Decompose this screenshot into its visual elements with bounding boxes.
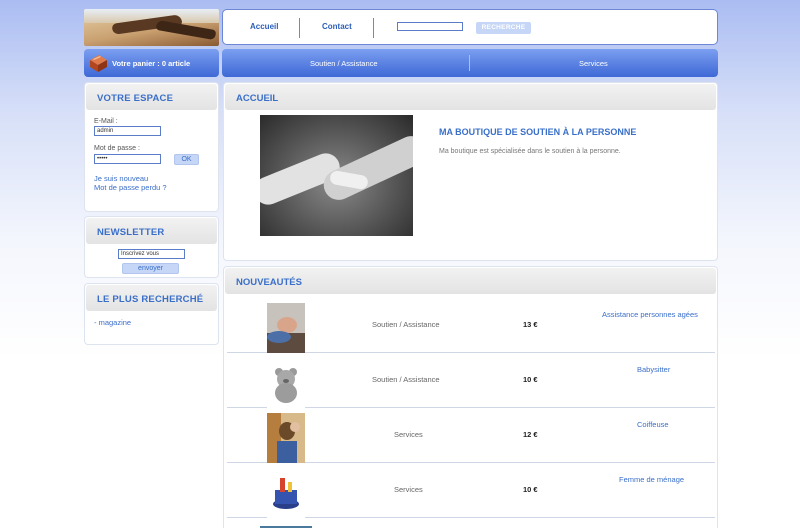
elderly-care-photo[interactable] xyxy=(267,303,305,353)
account-box-title: VOTRE ESPACE xyxy=(86,84,217,110)
new-user-link[interactable]: Je suis nouveau xyxy=(94,174,148,183)
hairdresser-photo[interactable] xyxy=(267,413,305,463)
product-row: Services 10 € Femme de ménage xyxy=(227,463,715,518)
product-category: Soutien / Assistance xyxy=(372,375,440,384)
newsletter-box: NEWSLETTER Inscrivez vous envoyer xyxy=(84,216,219,278)
newsletter-title: NEWSLETTER xyxy=(86,218,217,244)
product-category: Services xyxy=(394,485,423,494)
product-category: Soutien / Assistance xyxy=(372,320,440,329)
product-row: Soutien / Assistance 13 € Assistance per… xyxy=(227,298,715,353)
login-ok-button[interactable]: OK xyxy=(174,154,199,165)
cart-summary: Votre panier : 0 article xyxy=(112,59,191,68)
cleaning-supplies-photo[interactable] xyxy=(267,468,305,518)
news-panel: NOUVEAUTÉS Soutien / Assistance 13 € Ass… xyxy=(223,266,718,528)
home-title: ACCUEIL xyxy=(225,84,716,110)
product-row: Services 12 € Coiffeuse xyxy=(227,408,715,463)
popular-box: LE PLUS RECHERCHÉ - magazine xyxy=(84,283,219,345)
nav-divider xyxy=(299,18,300,38)
product-price: 13 € xyxy=(523,320,538,329)
category-bar: Soutien / Assistance Services xyxy=(222,49,718,77)
cart-box-icon xyxy=(90,55,107,72)
forgot-password-link[interactable]: Mot de passe perdu ? xyxy=(94,183,167,192)
product-price: 10 € xyxy=(523,485,538,494)
email-label: E-Mail : xyxy=(94,118,118,125)
product-price: 12 € xyxy=(523,430,538,439)
nav-contact-link[interactable]: Contact xyxy=(322,22,352,31)
product-name-link[interactable]: Femme de ménage xyxy=(619,475,684,484)
category-divider xyxy=(469,55,470,71)
popular-title: LE PLUS RECHERCHÉ xyxy=(86,285,217,311)
product-price: 10 € xyxy=(523,375,538,384)
email-field[interactable]: admin xyxy=(94,126,161,136)
search-button[interactable]: RECHERCHE xyxy=(476,22,531,34)
newsletter-email-input[interactable]: Inscrivez vous xyxy=(118,249,185,259)
product-category: Services xyxy=(394,430,423,439)
search-input[interactable] xyxy=(397,22,463,31)
top-navigation: Accueil Contact RECHERCHE xyxy=(222,9,718,45)
product-name-link[interactable]: Coiffeuse xyxy=(637,420,669,429)
password-label: Mot de passe : xyxy=(94,145,140,152)
hands-photo xyxy=(260,115,413,236)
home-panel: ACCUEIL MA BOUTIQUE DE SOUTIEN À LA PERS… xyxy=(223,82,718,261)
welcome-heading: MA BOUTIQUE DE SOUTIEN À LA PERSONNE xyxy=(439,127,637,137)
newsletter-submit-button[interactable]: envoyer xyxy=(122,263,179,274)
category-soutien-assistance[interactable]: Soutien / Assistance xyxy=(310,59,378,68)
password-field[interactable]: ••••• xyxy=(94,154,161,164)
category-services[interactable]: Services xyxy=(579,59,608,68)
popular-item-magazine[interactable]: - magazine xyxy=(94,318,131,327)
cart-bar[interactable]: Votre panier : 0 article xyxy=(84,49,219,77)
teddy-bear-photo[interactable] xyxy=(267,358,305,408)
welcome-text: Ma boutique est spécialisée dans le sout… xyxy=(439,148,621,155)
nav-accueil-link[interactable]: Accueil xyxy=(250,22,278,31)
product-name-link[interactable]: Babysitter xyxy=(637,365,670,374)
nav-divider xyxy=(373,18,374,38)
product-row: Soutien / Assistance 10 € Babysitter xyxy=(227,353,715,408)
product-name-link[interactable]: Assistance personnes agées xyxy=(602,310,698,319)
account-box: VOTRE ESPACE E-Mail : admin Mot de passe… xyxy=(84,82,219,212)
header-hands-photo xyxy=(84,9,219,46)
news-title: NOUVEAUTÉS xyxy=(225,268,716,294)
